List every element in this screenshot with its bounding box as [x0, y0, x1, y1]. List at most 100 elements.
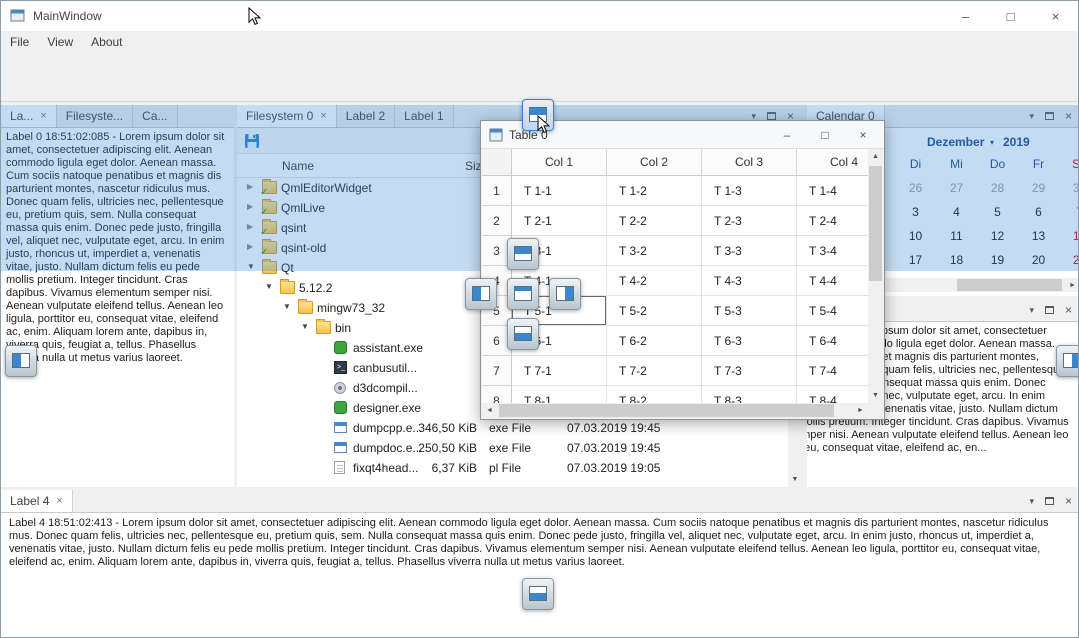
table-row-header[interactable]: 2: [482, 206, 512, 236]
expander-open-icon[interactable]: ▼: [301, 322, 309, 331]
scroll-thumb[interactable]: [499, 404, 834, 417]
maximize-button[interactable]: □: [806, 121, 844, 149]
scroll-up-icon[interactable]: ▲: [868, 149, 883, 164]
app-green-icon: [334, 341, 347, 354]
label4-dock: Label 4 × ▾ × Label 4 18:51:02:413 - Lor…: [1, 490, 1079, 638]
float-icon[interactable]: [1045, 306, 1054, 314]
scroll-down-icon[interactable]: ▼: [868, 388, 883, 403]
tree-row[interactable]: dumpcpp.e...346,50 KiBexe File07.03.2019…: [237, 418, 788, 438]
table-cell[interactable]: T 3-3: [702, 236, 797, 266]
table-cell[interactable]: T 4-3: [702, 266, 797, 296]
scrollbar-corner: [868, 403, 883, 418]
table-cell[interactable]: T 3-2: [607, 236, 702, 266]
table-cell[interactable]: T 8-3: [702, 386, 797, 403]
title-bar[interactable]: MainWindow – □ ×: [1, 1, 1078, 31]
table-cell[interactable]: T 2-2: [607, 206, 702, 236]
table-cell[interactable]: T 4-4: [797, 266, 869, 296]
scroll-down-icon[interactable]: ▼: [788, 472, 802, 487]
table-cell[interactable]: T 2-3: [702, 206, 797, 236]
table-cell[interactable]: T 3-4: [797, 236, 869, 266]
expander-open-icon[interactable]: ▼: [265, 282, 273, 291]
drop-indicator-area-top[interactable]: [507, 238, 539, 270]
table-row-header[interactable]: 7: [482, 356, 512, 386]
table-body: Col 1Col 2Col 3Col 412345678T 1-1T 1-2T …: [482, 149, 883, 418]
scroll-right-icon[interactable]: ►: [853, 403, 868, 418]
table-cell[interactable]: T 5-3: [702, 296, 797, 326]
table-cell[interactable]: T 5-4: [797, 296, 869, 326]
table-cell[interactable]: T 7-4: [797, 356, 869, 386]
drag-cursor: [537, 115, 550, 137]
drop-indicator-area-center[interactable]: [507, 278, 539, 310]
minimize-button[interactable]: –: [943, 1, 988, 31]
table-hscrollbar[interactable]: ◄ ►: [482, 403, 868, 418]
menu-file[interactable]: File: [1, 31, 38, 53]
table-cell[interactable]: T 8-1: [512, 386, 607, 403]
table-cell[interactable]: T 2-1: [512, 206, 607, 236]
scroll-left-icon[interactable]: ◄: [482, 403, 497, 418]
drop-indicator-window-right[interactable]: [1056, 345, 1079, 377]
table-row-header[interactable]: 1: [482, 176, 512, 206]
table-cell[interactable]: T 8-2: [607, 386, 702, 403]
table-window-icon: [489, 128, 503, 145]
folder-icon: [298, 301, 313, 314]
tab-label4[interactable]: Label 4 ×: [1, 490, 73, 512]
tabs-menu-icon[interactable]: ▾: [1029, 496, 1034, 507]
tab-close-icon[interactable]: ×: [56, 496, 62, 507]
file-size: 6,37 KiB: [387, 461, 477, 475]
dock-close-icon[interactable]: ×: [1065, 494, 1072, 508]
scroll-thumb[interactable]: [957, 279, 1062, 291]
menu-view[interactable]: View: [38, 31, 82, 53]
drop-indicator-area-right[interactable]: [549, 278, 581, 310]
tabs-menu-icon[interactable]: ▾: [1029, 305, 1034, 316]
table-cell[interactable]: T 6-2: [607, 326, 702, 356]
close-button[interactable]: ×: [844, 121, 882, 149]
file-name: 5.12.2: [299, 281, 332, 295]
table-cell[interactable]: T 8-4: [797, 386, 869, 403]
table-cell[interactable]: T 6-3: [702, 326, 797, 356]
app-win-icon: [334, 442, 347, 453]
app-gear-icon: [334, 382, 346, 394]
table-cell[interactable]: T 2-4: [797, 206, 869, 236]
table-column-header[interactable]: Col 2: [607, 149, 702, 176]
label4-content: Label 4 18:51:02:413 - Lorem ipsum dolor…: [1, 513, 1079, 638]
table-column-header[interactable]: Col 1: [512, 149, 607, 176]
label4-dock-buttons: ▾ ×: [1021, 490, 1079, 512]
tree-row[interactable]: dumpdoc.e...250,50 KiBexe File07.03.2019…: [237, 438, 788, 458]
table-cell[interactable]: T 1-3: [702, 176, 797, 206]
table-cell[interactable]: T 1-4: [797, 176, 869, 206]
table-row-header[interactable]: 8: [482, 386, 512, 403]
scroll-right-icon[interactable]: ►: [1065, 278, 1079, 292]
table-cell[interactable]: T 7-1: [512, 356, 607, 386]
table-cell[interactable]: T 5-2: [607, 296, 702, 326]
menu-about[interactable]: About: [82, 31, 131, 53]
mouse-cursor: [248, 7, 261, 29]
table-column-header[interactable]: Col 3: [702, 149, 797, 176]
close-button[interactable]: ×: [1033, 1, 1078, 31]
maximize-button[interactable]: □: [988, 1, 1033, 31]
minimize-button[interactable]: –: [768, 121, 806, 149]
drop-indicator-area-left[interactable]: [465, 278, 497, 310]
drop-indicator-area-bottom[interactable]: [507, 318, 539, 350]
table-grid: Col 1Col 2Col 3Col 412345678T 1-1T 1-2T …: [482, 149, 869, 403]
splitter-bottom[interactable]: [1, 487, 1079, 490]
dock-close-icon[interactable]: ×: [1065, 303, 1072, 317]
table-window[interactable]: Table 0 – □ × Col 1Col 2Col 3Col 4123456…: [480, 120, 885, 420]
label3-dock-buttons: ▾ ×: [1021, 299, 1079, 321]
table-vscrollbar[interactable]: ▲ ▼: [868, 149, 883, 403]
drop-indicator-window-left[interactable]: [5, 345, 37, 377]
table-cell[interactable]: T 6-4: [797, 326, 869, 356]
table-cell[interactable]: T 7-2: [607, 356, 702, 386]
tree-row[interactable]: fixqt4head...6,37 KiBpl File07.03.2019 1…: [237, 458, 788, 478]
expander-open-icon[interactable]: ▼: [283, 302, 291, 311]
scroll-thumb[interactable]: [869, 166, 882, 281]
file-name: canbusutil...: [353, 361, 417, 375]
table-column-header[interactable]: Col 4: [797, 149, 869, 176]
window-title: MainWindow: [33, 1, 102, 31]
float-icon[interactable]: [1045, 497, 1054, 505]
app-win-icon: [334, 422, 347, 433]
table-cell[interactable]: T 1-2: [607, 176, 702, 206]
drop-indicator-window-bottom[interactable]: [522, 578, 554, 610]
table-cell[interactable]: T 1-1: [512, 176, 607, 206]
table-cell[interactable]: T 7-3: [702, 356, 797, 386]
table-cell[interactable]: T 4-2: [607, 266, 702, 296]
